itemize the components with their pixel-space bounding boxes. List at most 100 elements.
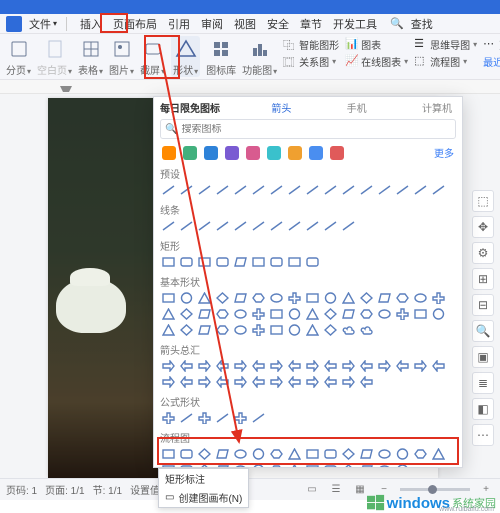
inserted-photo[interactable] [48,98,158,478]
shape-tri[interactable] [196,291,212,305]
shape-line[interactable] [250,411,266,425]
shape-arrL[interactable] [430,359,446,373]
popup-tab-mobile[interactable]: 手机 [343,100,371,115]
shape-diam[interactable] [178,323,194,337]
shape-tri[interactable] [304,307,320,321]
shape-line[interactable] [232,183,248,197]
shape-para[interactable] [214,447,230,461]
menu-security[interactable]: 安全 [263,15,293,33]
shape-arrR[interactable] [268,375,284,389]
shape-line[interactable] [178,411,194,425]
tool-flowchart[interactable]: ⬚流程图▾ [414,53,477,69]
shape-diam[interactable] [358,291,374,305]
side-select-icon[interactable]: ⬚ [472,190,494,212]
shape-oval[interactable] [376,447,392,461]
shape-circ[interactable] [286,307,302,321]
shape-arrL[interactable] [358,359,374,373]
side-layers-icon[interactable]: ≣ [472,372,494,394]
side-grid-icon[interactable]: ⊞ [472,268,494,290]
shape-hex[interactable] [214,307,230,321]
side-ruler-icon[interactable]: ⊟ [472,294,494,316]
shape-hex[interactable] [268,447,284,461]
shape-arrR[interactable] [232,359,248,373]
shape-circ[interactable] [250,447,266,461]
menu-review[interactable]: 审阅 [197,15,227,33]
shape-circ[interactable] [430,307,446,321]
shape-oval[interactable] [376,307,392,321]
shape-oval[interactable] [268,291,284,305]
shape-plus[interactable] [430,291,446,305]
featured-icon[interactable] [267,146,281,160]
shape-diam[interactable] [196,447,212,461]
shape-oval[interactable] [232,323,248,337]
shape-para[interactable] [358,463,374,468]
tool-funcchart[interactable]: 功能图▾ [242,36,277,77]
side-hand-icon[interactable]: ✥ [472,216,494,238]
featured-icon[interactable] [225,146,239,160]
shape-line[interactable] [196,219,212,233]
shape-diam[interactable] [340,463,356,468]
shape-line[interactable] [286,183,302,197]
shape-para[interactable] [376,291,392,305]
shape-line[interactable] [430,183,446,197]
featured-icon[interactable] [330,146,344,160]
shape-line[interactable] [214,411,230,425]
shape-plus[interactable] [160,411,176,425]
shape-line[interactable] [196,183,212,197]
menu-search[interactable]: 查找 [407,15,437,33]
shape-arrL[interactable] [214,375,230,389]
shape-plus[interactable] [250,323,266,337]
shape-plus[interactable] [196,411,212,425]
shape-circ[interactable] [394,447,410,461]
featured-icon[interactable] [183,146,197,160]
shape-arrL[interactable] [286,359,302,373]
shape-plus[interactable] [232,411,248,425]
tool-chart[interactable]: 📊图表 [345,36,408,52]
shape-arrL[interactable] [214,359,230,373]
shape-line[interactable] [322,219,338,233]
shape-line[interactable] [304,183,320,197]
shape-line[interactable] [232,219,248,233]
shape-rect[interactable] [250,255,266,269]
shape-arrR[interactable] [160,375,176,389]
shape-arrL[interactable] [250,359,266,373]
side-more-icon[interactable]: ⋯ [472,424,494,446]
shape-arrL[interactable] [358,375,374,389]
shape-para[interactable] [196,323,212,337]
shape-arrR[interactable] [232,375,248,389]
shape-line[interactable] [412,183,428,197]
menu-view[interactable]: 视图 [230,15,260,33]
tool-picture[interactable]: 图片▾ [109,36,134,77]
shape-arrL[interactable] [178,359,194,373]
shape-arrL[interactable] [286,375,302,389]
shape-arrL[interactable] [178,375,194,389]
tool-blankpage[interactable]: 空白页▾ [37,36,72,77]
tool-shapes[interactable]: 形状▾ [171,36,200,77]
shape-tri[interactable] [286,447,302,461]
shape-cloud[interactable] [340,323,356,337]
shape-arrL[interactable] [394,359,410,373]
shape-line[interactable] [268,183,284,197]
shape-arrR[interactable] [412,359,428,373]
shape-plus[interactable] [394,307,410,321]
shape-rect[interactable] [304,291,320,305]
shape-line[interactable] [376,183,392,197]
popup-tab-arrows[interactable]: 箭头 [267,100,295,115]
shape-rect[interactable] [304,463,320,468]
shape-line[interactable] [340,183,356,197]
shape-arrR[interactable] [196,359,212,373]
featured-icon[interactable] [204,146,218,160]
shape-tri[interactable] [304,323,320,337]
shape-para[interactable] [232,255,248,269]
shape-tri[interactable] [340,291,356,305]
shape-hex[interactable] [268,463,284,468]
featured-icon[interactable] [246,146,260,160]
shape-rect[interactable] [286,255,302,269]
shape-line[interactable] [286,219,302,233]
popup-tab-computer[interactable]: 计算机 [418,100,456,115]
menu-sections[interactable]: 章节 [296,15,326,33]
shape-diam[interactable] [340,447,356,461]
shape-oval[interactable] [376,463,392,468]
tool-recent[interactable]: 最近使用▾ [483,53,500,69]
shape-hex[interactable] [250,291,266,305]
